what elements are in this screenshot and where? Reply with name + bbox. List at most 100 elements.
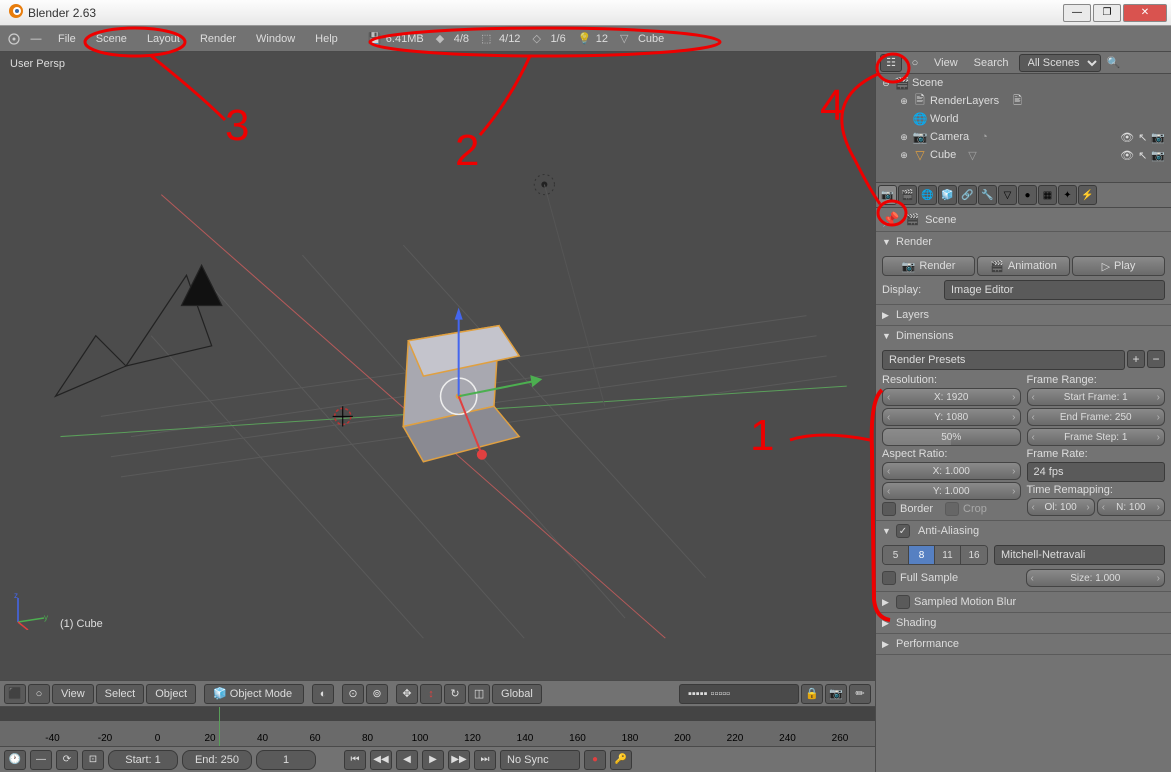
timeline-sync-icon[interactable]: ⟳ [56,750,78,770]
collapse-icon[interactable]: ○ [28,684,50,704]
menu-window[interactable]: Window [246,27,305,51]
select-icon[interactable]: ↖ [1138,149,1147,162]
maximize-button[interactable]: ❐ [1093,4,1121,22]
expander-icon[interactable]: ⊕ [898,132,910,143]
play-icon[interactable]: ▶ [422,750,444,770]
frame-end[interactable]: End: 250 [182,750,252,770]
collapse-menus-icon[interactable]: — [26,29,46,49]
resolution-x[interactable]: X: 1920 [882,388,1021,406]
aa-filter-size[interactable]: Size: 1.000 [1026,569,1166,587]
close-button[interactable]: ✕ [1123,4,1167,22]
auto-key-icon[interactable]: ● [584,750,606,770]
animation-button[interactable]: 🎬Animation [977,256,1070,276]
aa-16[interactable]: 16 [961,546,987,564]
pin-icon[interactable]: 📌 [882,211,899,228]
select-icon[interactable]: ↖ [1138,131,1147,144]
panel-shading-header[interactable]: ▶Shading [876,613,1171,633]
editor-type-icon[interactable] [4,29,24,49]
visibility-icon[interactable]: 👁 [1120,149,1134,162]
editor-type-outliner-icon[interactable]: ☷ [880,54,902,72]
panel-dimensions-header[interactable]: ▼Dimensions [876,326,1171,346]
border-checkbox[interactable] [882,502,896,516]
props-particles-tab[interactable]: ✦ [1058,185,1077,205]
play-button[interactable]: ▷Play [1072,256,1165,276]
play-reverse-icon[interactable]: ◀ [396,750,418,770]
props-texture-tab[interactable]: ▦ [1038,185,1057,205]
antialias-checkbox[interactable] [896,524,910,538]
outliner-search-icon[interactable]: 🔍 [1105,54,1123,72]
props-scene-tab[interactable]: 🎬 [898,185,917,205]
render-button[interactable]: 📷Render [882,256,975,276]
remap-new[interactable]: N: 100 [1097,498,1165,516]
timeline-collapse-icon[interactable]: — [30,750,52,770]
scale-manipulator-icon[interactable]: ◫ [468,684,490,704]
editor-type-timeline-icon[interactable]: 🕐 [4,750,26,770]
menu-layout[interactable]: Layout [137,27,190,51]
mode-selector[interactable]: 🧊 Object Mode [204,684,304,704]
props-render-tab[interactable]: 📷 [878,185,897,205]
lock-camera-icon[interactable]: 🔒 [801,684,823,704]
keyframe-next-icon[interactable]: ▶▶ [448,750,470,770]
timeline-range-icon[interactable]: ⊡ [82,750,104,770]
outliner[interactable]: ⊖ 🎬 Scene ⊕ 🖹 RenderLayers 🖹 🌐 World ⊕ 📷… [876,74,1171,182]
viewport-menu-object[interactable]: Object [146,684,196,704]
render-icon[interactable]: 📷 [1151,149,1165,162]
resolution-percentage[interactable]: 50% [882,428,1021,446]
remap-old[interactable]: Ol: 100 [1027,498,1095,516]
panel-performance-header[interactable]: ▶Performance [876,634,1171,654]
gpencil-icon[interactable]: ✏ [849,684,871,704]
props-material-tab[interactable]: ● [1018,185,1037,205]
editor-type-viewport-icon[interactable]: ⬛ [4,684,26,704]
shading-mode-icon[interactable]: ◐ [312,684,334,704]
sync-dropdown[interactable]: No Sync [500,750,580,770]
outliner-filter[interactable]: All Scenes [1019,54,1101,72]
crop-checkbox[interactable] [945,502,959,516]
props-world-tab[interactable]: 🌐 [918,185,937,205]
props-constraints-tab[interactable]: 🔗 [958,185,977,205]
resolution-y[interactable]: Y: 1080 [882,408,1021,426]
pivot-point-icon[interactable]: ⊙ [342,684,364,704]
keyframe-prev-icon[interactable]: ◀◀ [370,750,392,770]
translate-manipulator-icon[interactable]: ↕ [420,684,442,704]
menu-scene[interactable]: Scene [86,27,137,51]
full-sample-checkbox[interactable] [882,571,896,585]
aa-8[interactable]: 8 [909,546,935,564]
panel-motion-blur-header[interactable]: ▶Sampled Motion Blur [876,592,1171,612]
outliner-menu-view[interactable]: View [928,53,964,73]
orientation-select[interactable]: Global [492,684,542,704]
props-data-tab[interactable]: ▽ [998,185,1017,205]
expander-icon[interactable]: ⊕ [898,150,910,161]
props-physics-tab[interactable]: ⚡ [1078,185,1097,205]
motion-blur-checkbox[interactable] [896,595,910,609]
manipulator-toggle-icon[interactable]: ✥ [396,684,418,704]
props-object-tab[interactable]: 🧊 [938,185,957,205]
render-presets-dropdown[interactable]: Render Presets [882,350,1125,370]
display-dropdown[interactable]: Image Editor [944,280,1165,300]
preset-remove-button[interactable]: − [1147,350,1165,368]
expander-icon[interactable]: ⊖ [880,78,892,89]
minimize-button[interactable]: — [1063,4,1091,22]
aa-5[interactable]: 5 [883,546,909,564]
keying-set-icon[interactable]: 🔑 [610,750,632,770]
panel-render-header[interactable]: ▼Render [876,232,1171,252]
aspect-x[interactable]: X: 1.000 [882,462,1021,480]
menu-file[interactable]: File [48,27,86,51]
frame-step[interactable]: Frame Step: 1 [1027,428,1166,446]
layers-buttons[interactable]: ▪▪▪▪▪ ▫▫▫▫▫ [679,684,799,704]
timeline[interactable]: -40 -20 0 20 40 60 80 100 120 140 160 18… [0,706,875,746]
viewport-menu-select[interactable]: Select [96,684,145,704]
aspect-y[interactable]: Y: 1.000 [882,482,1021,500]
end-frame[interactable]: End Frame: 250 [1027,408,1166,426]
props-modifiers-tab[interactable]: 🔧 [978,185,997,205]
jump-end-icon[interactable]: ⏭ [474,750,496,770]
frame-start[interactable]: Start: 1 [108,750,178,770]
visibility-icon[interactable]: 👁 [1120,131,1134,144]
outliner-menu-search[interactable]: Search [968,53,1015,73]
playhead[interactable] [219,707,220,746]
viewport-menu-view[interactable]: View [52,684,94,704]
fps-dropdown[interactable]: 24 fps [1027,462,1166,482]
panel-layers-header[interactable]: ▶Layers [876,305,1171,325]
outliner-collapse-icon[interactable]: ○ [906,54,924,72]
jump-start-icon[interactable]: ⏮ [344,750,366,770]
3d-viewport[interactable]: User Persp [0,52,875,680]
